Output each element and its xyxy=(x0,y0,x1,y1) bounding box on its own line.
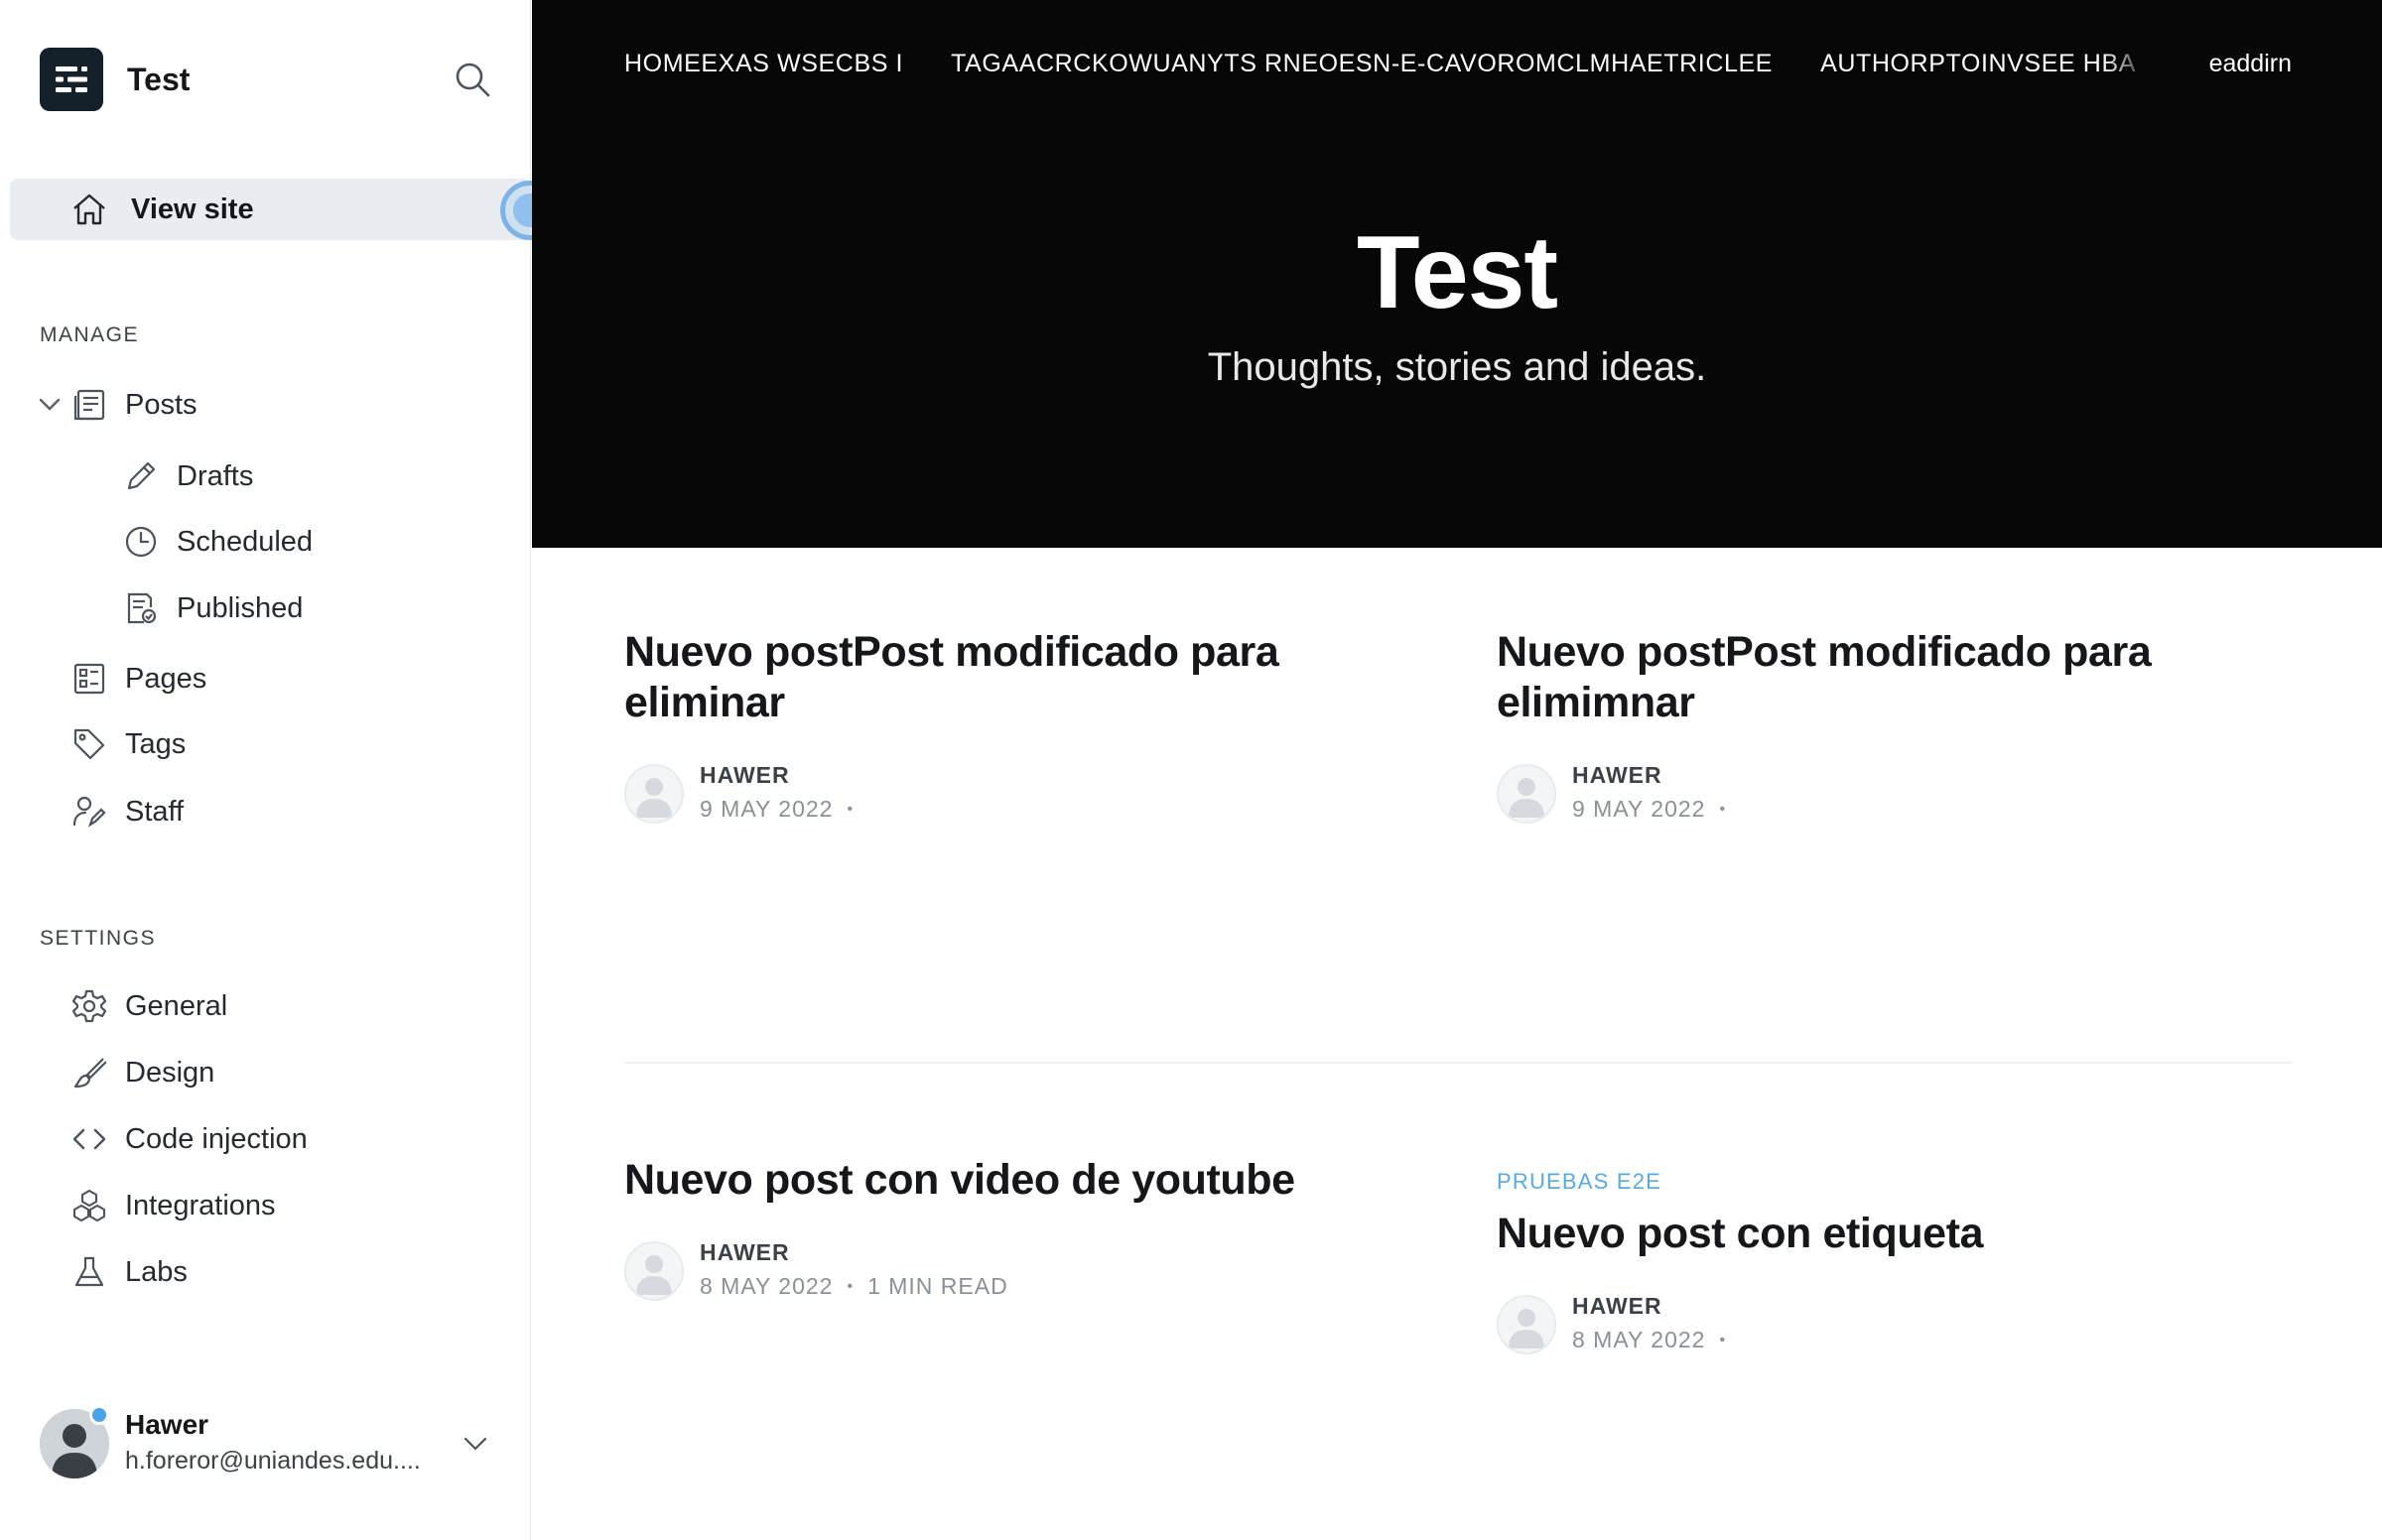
sidebar-item-tags[interactable]: Tags xyxy=(71,718,186,770)
author-avatar[interactable] xyxy=(624,1241,684,1301)
sidebar-item-pages[interactable]: Pages xyxy=(71,653,206,705)
clock-icon xyxy=(123,524,159,560)
meta-separator: • xyxy=(847,1278,855,1295)
nav-menu: HOMEEXAS WSECBS I TAGAACRCKOWUANYTS RNEOE… xyxy=(624,50,2153,81)
account-link[interactable]: eaddirn xyxy=(2209,50,2292,78)
published-document-icon xyxy=(123,590,159,626)
post-card[interactable]: Nuevo post con video de youtube HAWER 8 … xyxy=(624,1155,1379,1303)
posts-icon xyxy=(71,387,107,423)
post-author[interactable]: HAWER xyxy=(700,1239,790,1266)
sidebar-item-posts[interactable]: Posts xyxy=(71,379,198,431)
author-avatar[interactable] xyxy=(1497,1295,1556,1354)
post-title[interactable]: Nuevo postPost modificado para elimimnar xyxy=(1497,627,2251,728)
sidebar-item-label: Posts xyxy=(125,388,198,421)
post-card[interactable]: Nuevo postPost modificado para elimimnar… xyxy=(1497,627,2251,826)
sidebar-item-staff[interactable]: Staff xyxy=(71,786,184,837)
nav-link[interactable]: AUTHORPTOINVSEE HBA xyxy=(1820,50,2136,78)
user-name: Hawer xyxy=(125,1409,209,1440)
tag-icon xyxy=(71,726,107,762)
sidebar-item-label: Tags xyxy=(125,727,187,760)
meta-separator: • xyxy=(1719,801,1727,818)
user-email: h.foreror@uniandes.edu.... xyxy=(125,1447,421,1475)
sidebar-item-label: Code injection xyxy=(125,1122,308,1155)
site-preview: HOMEEXAS WSECBS I TAGAACRCKOWUANYTS RNEOE… xyxy=(532,0,2382,1540)
user-menu[interactable]: Hawer h.foreror@uniandes.edu.... xyxy=(40,1403,506,1482)
site-title: Test xyxy=(127,61,191,97)
sidebar-item-label: Staff xyxy=(125,795,185,828)
post-author[interactable]: HAWER xyxy=(1572,1293,1662,1320)
sidebar-item-label: General xyxy=(125,989,228,1022)
nav-link[interactable]: TAGAACRCKOWUANYTS RNEOESN-E-CAVOROMCLMHA… xyxy=(951,50,1773,78)
site-description: Thoughts, stories and ideas. xyxy=(1207,345,1707,389)
meta-separator: • xyxy=(847,801,855,818)
manage-section-label: MANAGE xyxy=(40,323,140,346)
post-dateline: 8 MAY 2022 • xyxy=(1572,1327,1740,1353)
sidebar-item-drafts[interactable]: Drafts xyxy=(123,450,253,502)
sidebar-item-label: Labs xyxy=(125,1255,188,1288)
post-meta: HAWER 8 MAY 2022 • 1 MIN READ xyxy=(624,1239,1379,1303)
post-meta: HAWER 8 MAY 2022 • xyxy=(1497,1293,2251,1356)
chevron-down-icon[interactable] xyxy=(36,391,64,424)
author-avatar[interactable] xyxy=(1497,764,1556,824)
view-site-label: View site xyxy=(131,193,254,225)
reading-time: 1 MIN READ xyxy=(867,1273,1008,1299)
sidebar-item-label: Design xyxy=(125,1056,215,1089)
integrations-icon xyxy=(71,1188,107,1223)
post-title[interactable]: Nuevo post con video de youtube xyxy=(624,1155,1379,1206)
sidebar-item-label: Drafts xyxy=(177,459,254,492)
sidebar-item-design[interactable]: Design xyxy=(71,1047,214,1098)
pages-icon xyxy=(71,661,107,697)
online-status-badge xyxy=(89,1405,109,1425)
home-icon xyxy=(71,192,107,231)
nav-link[interactable]: HOMEEXAS WSECBS I xyxy=(624,50,903,78)
chevron-down-icon[interactable] xyxy=(461,1429,490,1464)
post-dateline: 8 MAY 2022 • 1 MIN READ xyxy=(700,1273,1008,1300)
sidebar-item-published[interactable]: Published xyxy=(123,582,303,634)
pencil-icon xyxy=(123,458,159,494)
ghost-logo-icon xyxy=(40,48,103,111)
admin-sidebar: Test View site MANAGE Posts Drafts Sched… xyxy=(0,0,560,1540)
flask-icon xyxy=(71,1254,107,1290)
code-icon xyxy=(71,1121,107,1157)
post-title[interactable]: Nuevo postPost modificado para eliminar xyxy=(624,627,1379,728)
post-dateline: 9 MAY 2022 • xyxy=(700,796,867,823)
post-meta: HAWER 9 MAY 2022 • xyxy=(624,762,1379,826)
sidebar-item-label: Pages xyxy=(125,662,207,695)
settings-section-label: SETTINGS xyxy=(40,927,157,950)
staff-icon xyxy=(71,794,107,830)
author-avatar[interactable] xyxy=(624,764,684,824)
post-title[interactable]: Nuevo post con etiqueta xyxy=(1497,1209,2251,1259)
site-header: HOMEEXAS WSECBS I TAGAACRCKOWUANYTS RNEOE… xyxy=(532,0,2382,548)
site-navigation: HOMEEXAS WSECBS I TAGAACRCKOWUANYTS RNEOE… xyxy=(624,50,2292,81)
sidebar-item-labs[interactable]: Labs xyxy=(71,1246,188,1298)
nav-overflow-fade xyxy=(2103,50,2153,81)
post-card[interactable]: Nuevo postPost modificado para eliminar … xyxy=(624,627,1379,826)
search-icon[interactable] xyxy=(453,60,492,99)
post-tag[interactable]: PRUEBAS E2E xyxy=(1497,1169,2251,1195)
sidebar-item-label: Published xyxy=(177,591,304,624)
post-date: 9 MAY 2022 xyxy=(700,796,834,822)
post-date: 9 MAY 2022 xyxy=(1572,796,1706,822)
post-author[interactable]: HAWER xyxy=(1572,762,1662,789)
post-meta: HAWER 9 MAY 2022 • xyxy=(1497,762,2251,826)
meta-separator: • xyxy=(1719,1332,1727,1348)
gear-icon xyxy=(71,988,107,1024)
sidebar-item-scheduled[interactable]: Scheduled xyxy=(123,516,313,568)
sidebar-item-label: Integrations xyxy=(125,1189,276,1221)
view-site-link[interactable]: View site xyxy=(10,179,530,240)
post-dateline: 9 MAY 2022 • xyxy=(1572,796,1740,823)
sidebar-item-integrations[interactable]: Integrations xyxy=(71,1180,276,1231)
sidebar-item-general[interactable]: General xyxy=(71,980,227,1032)
feed-divider xyxy=(624,1062,2292,1064)
paintbrush-icon xyxy=(71,1055,107,1091)
sidebar-item-code-injection[interactable]: Code injection xyxy=(71,1113,308,1165)
post-date: 8 MAY 2022 xyxy=(700,1273,834,1299)
post-author[interactable]: HAWER xyxy=(700,762,790,789)
sidebar-item-label: Scheduled xyxy=(177,525,314,558)
post-date: 8 MAY 2022 xyxy=(1572,1327,1706,1352)
site-title: Test xyxy=(1356,215,1558,330)
post-card[interactable]: PRUEBAS E2E Nuevo post con etiqueta HAWE… xyxy=(1497,1169,2251,1356)
brand[interactable]: Test xyxy=(40,46,190,113)
